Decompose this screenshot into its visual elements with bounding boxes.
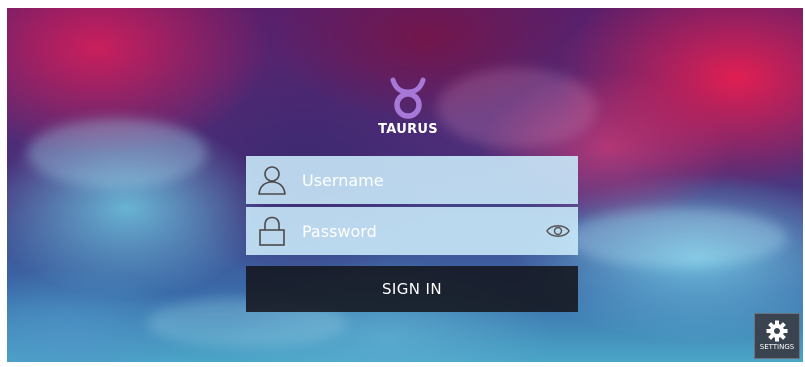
background-smoke	[27, 118, 207, 188]
brand-name: TAURUS	[378, 122, 438, 137]
username-field[interactable]	[246, 156, 578, 204]
user-icon	[258, 166, 286, 195]
background-smoke	[437, 68, 597, 148]
taurus-symbol-icon	[390, 77, 426, 119]
background-smoke	[567, 208, 787, 268]
lock-icon	[259, 216, 285, 246]
settings-button[interactable]: SETTINGS	[754, 313, 800, 359]
taurus-logo: TAURUS	[378, 76, 438, 146]
gear-icon	[766, 320, 788, 342]
username-input[interactable]	[302, 156, 542, 204]
sign-in-button[interactable]: SIGN IN	[246, 266, 578, 312]
password-field[interactable]	[246, 207, 578, 255]
show-password-eye-icon[interactable]	[546, 221, 570, 241]
login-screen: TAURUS SIGN IN	[7, 8, 803, 362]
settings-label: SETTINGS	[759, 343, 795, 351]
password-input[interactable]	[302, 207, 542, 255]
